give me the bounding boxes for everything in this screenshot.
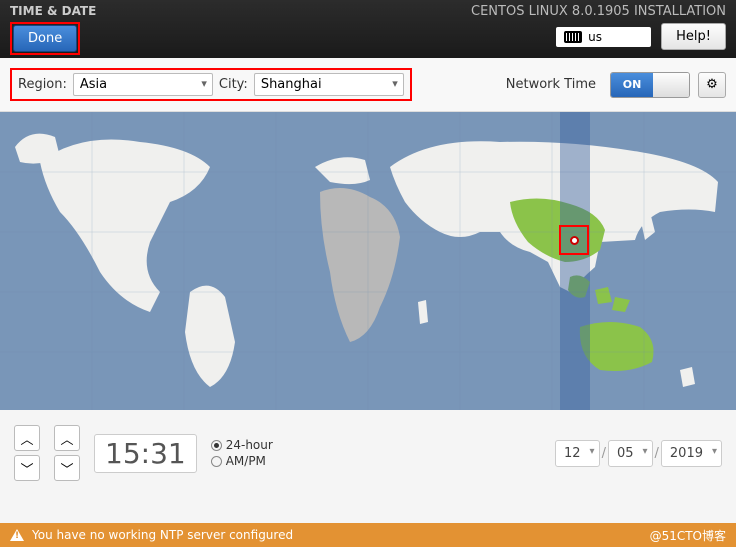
radio-icon bbox=[211, 440, 222, 451]
toggle-knob bbox=[653, 73, 689, 97]
location-pin-highlight bbox=[559, 225, 589, 255]
world-map-svg bbox=[0, 112, 736, 410]
city-value: Shanghai bbox=[261, 77, 322, 92]
time-display: 15:31 bbox=[94, 434, 197, 473]
watermark-text: @51CTO博客 bbox=[650, 527, 726, 544]
done-button[interactable]: Done bbox=[13, 25, 77, 52]
controls-bar: Region: Asia City: Shanghai Network Time… bbox=[0, 58, 736, 112]
region-city-highlight-box: Region: Asia City: Shanghai bbox=[10, 68, 412, 101]
time-format-group: 24-hour AM/PM bbox=[211, 438, 273, 468]
warning-bar: ! You have no working NTP server configu… bbox=[0, 523, 736, 547]
warning-icon: ! bbox=[10, 529, 24, 541]
location-pin-icon bbox=[570, 236, 579, 245]
city-dropdown[interactable]: Shanghai bbox=[254, 73, 404, 96]
date-group: 12 / 05 / 2019 bbox=[555, 440, 722, 467]
format-ampm-option[interactable]: AM/PM bbox=[211, 454, 273, 468]
radio-icon bbox=[211, 456, 222, 467]
header: TIME & DATE Done CENTOS LINUX 8.0.1905 I… bbox=[0, 0, 736, 58]
warning-text: You have no working NTP server configure… bbox=[32, 528, 293, 542]
gear-icon: ⚙ bbox=[706, 77, 718, 92]
selected-timezone-band bbox=[560, 112, 590, 410]
done-highlight-box: Done bbox=[10, 22, 80, 55]
install-title: CENTOS LINUX 8.0.1905 INSTALLATION bbox=[471, 4, 726, 19]
keyboard-layout-value: us bbox=[588, 30, 602, 44]
minute-value: 31 bbox=[150, 437, 186, 470]
toggle-on-label: ON bbox=[611, 73, 653, 97]
minute-up-button[interactable]: ︿ bbox=[54, 425, 80, 451]
network-time-toggle[interactable]: ON bbox=[610, 72, 690, 98]
hour-value: 15 bbox=[105, 437, 141, 470]
month-dropdown[interactable]: 12 bbox=[555, 440, 600, 467]
header-left: TIME & DATE Done bbox=[10, 4, 96, 54]
region-value: Asia bbox=[80, 77, 107, 92]
hour-down-button[interactable]: ﹀ bbox=[14, 455, 40, 481]
city-label: City: bbox=[219, 77, 248, 92]
region-label: Region: bbox=[18, 77, 67, 92]
timezone-map[interactable] bbox=[0, 112, 736, 410]
keyboard-layout-selector[interactable]: us bbox=[556, 27, 651, 47]
keyboard-icon bbox=[564, 31, 582, 43]
header-right: CENTOS LINUX 8.0.1905 INSTALLATION us He… bbox=[471, 4, 726, 54]
region-dropdown[interactable]: Asia bbox=[73, 73, 213, 96]
ntp-settings-button[interactable]: ⚙ bbox=[698, 72, 726, 98]
minute-down-button[interactable]: ﹀ bbox=[54, 455, 80, 481]
time-settings-bar: ︿ ﹀ ︿ ﹀ 15:31 24-hour AM/PM 12 / 05 / 20… bbox=[0, 410, 736, 496]
page-title: TIME & DATE bbox=[10, 4, 96, 18]
network-time-label: Network Time bbox=[506, 77, 596, 92]
day-dropdown[interactable]: 05 bbox=[608, 440, 653, 467]
year-dropdown[interactable]: 2019 bbox=[661, 440, 722, 467]
help-button[interactable]: Help! bbox=[661, 23, 726, 50]
hour-up-button[interactable]: ︿ bbox=[14, 425, 40, 451]
format-24h-option[interactable]: 24-hour bbox=[211, 438, 273, 452]
